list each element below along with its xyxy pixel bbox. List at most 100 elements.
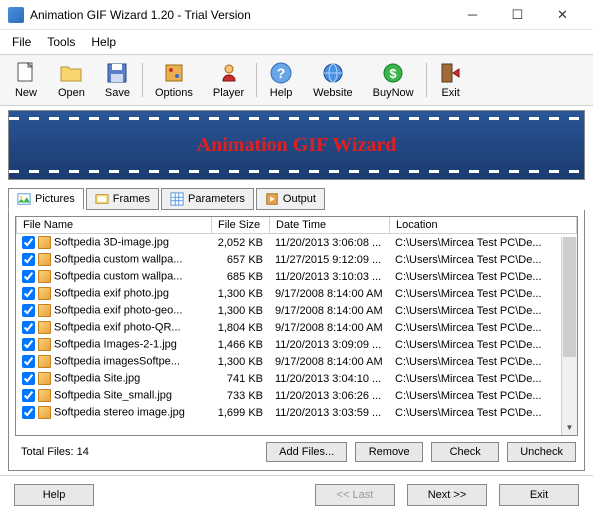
minimize-button[interactable]: ─ bbox=[450, 1, 495, 29]
row-checkbox[interactable] bbox=[22, 355, 35, 368]
file-location: C:\Users\Mircea Test PC\De... bbox=[389, 285, 577, 302]
frames-icon bbox=[95, 192, 109, 206]
row-checkbox[interactable] bbox=[22, 236, 35, 249]
last-button[interactable]: << Last bbox=[315, 484, 395, 506]
menu-tools[interactable]: Tools bbox=[39, 32, 83, 52]
table-row[interactable]: Softpedia exif photo-geo...1,300 KB9/17/… bbox=[16, 302, 577, 319]
buynow-button[interactable]: $ BuyNow bbox=[363, 59, 424, 101]
file-size: 1,699 KB bbox=[211, 404, 269, 421]
exit-bottom-button[interactable]: Exit bbox=[499, 484, 579, 506]
check-button[interactable]: Check bbox=[431, 442, 499, 462]
file-size: 685 KB bbox=[211, 268, 269, 285]
table-row[interactable]: Softpedia custom wallpa...657 KB11/27/20… bbox=[16, 251, 577, 268]
file-table: File Name File Size Date Time Location S… bbox=[15, 216, 578, 436]
row-checkbox[interactable] bbox=[22, 270, 35, 283]
tab-pictures[interactable]: Pictures bbox=[8, 188, 84, 210]
exit-icon bbox=[439, 61, 463, 85]
row-checkbox[interactable] bbox=[22, 406, 35, 419]
table-row[interactable]: Softpedia exif photo-QR...1,804 KB9/17/2… bbox=[16, 319, 577, 336]
help-bottom-button[interactable]: Help bbox=[14, 484, 94, 506]
file-date: 9/17/2008 8:14:00 AM bbox=[269, 353, 389, 370]
file-icon bbox=[38, 406, 51, 419]
file-icon bbox=[38, 355, 51, 368]
file-date: 11/20/2013 3:06:26 ... bbox=[269, 387, 389, 404]
file-size: 1,466 KB bbox=[211, 336, 269, 353]
svg-text:?: ? bbox=[277, 65, 286, 81]
table-row[interactable]: Softpedia custom wallpa...685 KB11/20/20… bbox=[16, 268, 577, 285]
total-files-label: Total Files: 14 bbox=[17, 446, 89, 458]
menu-help[interactable]: Help bbox=[83, 32, 124, 52]
tab-parameters[interactable]: Parameters bbox=[161, 188, 254, 210]
player-button[interactable]: Player bbox=[203, 59, 254, 101]
website-button[interactable]: Website bbox=[303, 59, 363, 101]
file-location: C:\Users\Mircea Test PC\De... bbox=[389, 251, 577, 268]
window-title: Animation GIF Wizard 1.20 - Trial Versio… bbox=[30, 8, 450, 22]
file-icon bbox=[38, 372, 51, 385]
file-location: C:\Users\Mircea Test PC\De... bbox=[389, 302, 577, 319]
row-checkbox[interactable] bbox=[22, 253, 35, 266]
vertical-scrollbar[interactable]: ▲ ▼ bbox=[561, 237, 577, 435]
table-row[interactable]: Softpedia Site.jpg741 KB11/20/2013 3:04:… bbox=[16, 370, 577, 387]
row-checkbox[interactable] bbox=[22, 287, 35, 300]
remove-button[interactable]: Remove bbox=[355, 442, 423, 462]
window-controls: ─ ☐ ✕ bbox=[450, 1, 585, 29]
file-name: Softpedia exif photo-geo... bbox=[54, 304, 182, 316]
toolbar-separator bbox=[426, 63, 427, 97]
menubar: File Tools Help bbox=[0, 30, 593, 54]
file-name: Softpedia 3D-image.jpg bbox=[54, 236, 169, 248]
scroll-thumb[interactable] bbox=[563, 237, 576, 357]
col-header-size[interactable]: File Size bbox=[212, 217, 270, 234]
table-row[interactable]: Softpedia Site_small.jpg733 KB11/20/2013… bbox=[16, 387, 577, 404]
file-icon bbox=[38, 287, 51, 300]
pictures-icon bbox=[17, 192, 31, 206]
row-checkbox[interactable] bbox=[22, 304, 35, 317]
row-checkbox[interactable] bbox=[22, 372, 35, 385]
file-icon bbox=[38, 236, 51, 249]
help-icon: ? bbox=[269, 61, 293, 85]
scroll-down-icon[interactable]: ▼ bbox=[562, 419, 577, 435]
table-row[interactable]: Softpedia exif photo.jpg1,300 KB9/17/200… bbox=[16, 285, 577, 302]
table-row[interactable]: Softpedia stereo image.jpg1,699 KB11/20/… bbox=[16, 404, 577, 421]
row-checkbox[interactable] bbox=[22, 321, 35, 334]
exit-toolbar-button[interactable]: Exit bbox=[429, 59, 473, 101]
tab-output[interactable]: Output bbox=[256, 188, 325, 210]
row-checkbox[interactable] bbox=[22, 338, 35, 351]
file-icon bbox=[38, 270, 51, 283]
file-location: C:\Users\Mircea Test PC\De... bbox=[389, 319, 577, 336]
help-button[interactable]: ? Help bbox=[259, 59, 303, 101]
open-icon bbox=[59, 61, 83, 85]
col-header-location[interactable]: Location bbox=[390, 217, 577, 234]
new-button[interactable]: New bbox=[4, 59, 48, 101]
col-header-name[interactable]: File Name bbox=[17, 217, 212, 234]
close-button[interactable]: ✕ bbox=[540, 1, 585, 29]
file-size: 741 KB bbox=[211, 370, 269, 387]
file-size: 1,300 KB bbox=[211, 285, 269, 302]
save-button[interactable]: Save bbox=[95, 59, 140, 101]
file-size: 1,300 KB bbox=[211, 302, 269, 319]
maximize-button[interactable]: ☐ bbox=[495, 1, 540, 29]
uncheck-button[interactable]: Uncheck bbox=[507, 442, 576, 462]
banner: Animation GIF Wizard bbox=[8, 110, 585, 180]
table-row[interactable]: Softpedia Images-2-1.jpg1,466 KB11/20/20… bbox=[16, 336, 577, 353]
file-name: Softpedia stereo image.jpg bbox=[54, 406, 185, 418]
file-name: Softpedia exif photo.jpg bbox=[54, 287, 169, 299]
tab-frames[interactable]: Frames bbox=[86, 188, 159, 210]
add-files-button[interactable]: Add Files... bbox=[266, 442, 347, 462]
file-size: 1,804 KB bbox=[211, 319, 269, 336]
menu-file[interactable]: File bbox=[4, 32, 39, 52]
parameters-icon bbox=[170, 192, 184, 206]
options-button[interactable]: Options bbox=[145, 59, 203, 101]
file-icon bbox=[38, 304, 51, 317]
col-header-date[interactable]: Date Time bbox=[270, 217, 390, 234]
file-location: C:\Users\Mircea Test PC\De... bbox=[389, 370, 577, 387]
banner-title: Animation GIF Wizard bbox=[197, 134, 397, 157]
file-location: C:\Users\Mircea Test PC\De... bbox=[389, 234, 577, 251]
file-icon bbox=[38, 321, 51, 334]
table-row[interactable]: Softpedia 3D-image.jpg2,052 KB11/20/2013… bbox=[16, 234, 577, 251]
file-icon bbox=[38, 253, 51, 266]
file-icon bbox=[38, 338, 51, 351]
row-checkbox[interactable] bbox=[22, 389, 35, 402]
open-button[interactable]: Open bbox=[48, 59, 95, 101]
table-row[interactable]: Softpedia imagesSoftpe...1,300 KB9/17/20… bbox=[16, 353, 577, 370]
next-button[interactable]: Next >> bbox=[407, 484, 487, 506]
